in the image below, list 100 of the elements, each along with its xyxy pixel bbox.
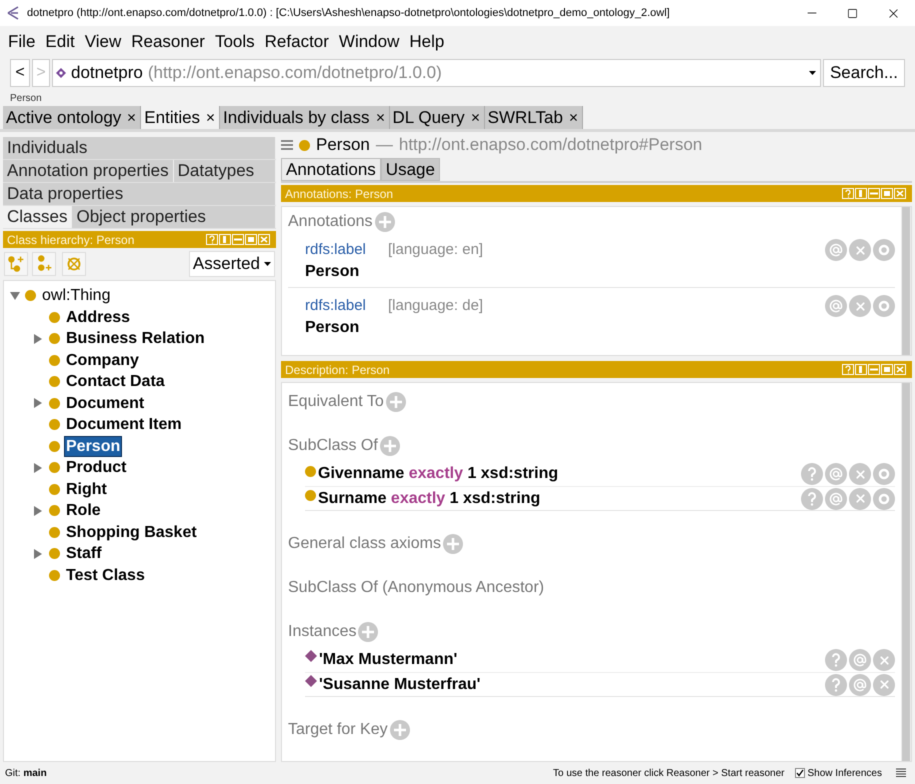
entity-dash: —	[376, 134, 393, 156]
individual-name[interactable]: 'Max Mustermann'	[319, 648, 458, 672]
menu-item[interactable]: View	[80, 29, 126, 55]
menu-item[interactable]: Reasoner	[126, 29, 210, 55]
breadcrumb[interactable]: Person	[10, 90, 42, 106]
view-controls-icon[interactable]	[842, 364, 908, 375]
expand-arrow-icon[interactable]	[34, 334, 42, 344]
help-icon[interactable]	[801, 463, 823, 485]
tab[interactable]: SWRLTab	[484, 106, 583, 129]
at-sign-icon[interactable]	[825, 463, 847, 485]
annotation-property[interactable]: rdfs:label	[305, 294, 388, 318]
add-icon[interactable]	[442, 534, 463, 554]
menu-item[interactable]: Help	[404, 29, 450, 55]
checkbox[interactable]	[794, 768, 804, 778]
individual-name[interactable]: 'Susanne Musterfrau'	[319, 672, 480, 696]
entity-tab[interactable]: Individuals	[3, 137, 276, 159]
close-tab-icon[interactable]	[470, 112, 481, 123]
expand-arrow-icon[interactable]	[34, 548, 42, 559]
delete-icon[interactable]	[873, 649, 895, 671]
close-tab-icon[interactable]	[205, 112, 216, 123]
edit-icon[interactable]	[873, 488, 895, 510]
maximize-icon[interactable]	[847, 8, 858, 18]
delete-class-icon[interactable]	[62, 252, 86, 276]
view-tab[interactable]: Usage	[380, 158, 440, 181]
collapse-arrow-icon[interactable]	[10, 292, 20, 300]
tree-item[interactable]: Right	[64, 478, 109, 500]
class-icon	[49, 312, 60, 323]
add-icon[interactable]	[374, 212, 395, 232]
at-sign-icon[interactable]	[825, 295, 847, 317]
expand-arrow-icon[interactable]	[34, 462, 42, 473]
menu-item[interactable]: Edit	[40, 29, 80, 55]
tree-item[interactable]: Contact Data	[64, 371, 167, 392]
entity-tab[interactable]: Object properties	[72, 206, 276, 228]
tree-item[interactable]: Address	[64, 306, 132, 328]
view-controls-icon[interactable]	[842, 188, 908, 199]
search-button[interactable]: Search...	[822, 59, 905, 87]
delete-icon[interactable]	[849, 488, 871, 510]
tree-item[interactable]: Company	[64, 350, 141, 371]
scrollbar[interactable]	[901, 383, 911, 761]
tree-item[interactable]: Test Class	[64, 564, 147, 586]
tree-item[interactable]: Shopping Basket	[64, 522, 199, 543]
tree-item[interactable]: Product	[64, 457, 128, 478]
delete-icon[interactable]	[849, 239, 871, 261]
tree-item[interactable]: Person	[64, 436, 122, 457]
menu-icon[interactable]	[281, 140, 293, 150]
back-button[interactable]: <	[10, 59, 30, 87]
menu-item[interactable]: File	[3, 29, 40, 55]
edit-icon[interactable]	[873, 463, 895, 485]
ontology-selector[interactable]: dotnetpro (http://ont.enapso.com/dotnetpro/1.0.0)	[52, 59, 821, 87]
entity-tab[interactable]: Datatypes	[174, 160, 276, 182]
delete-icon[interactable]	[873, 674, 895, 696]
annotation-property[interactable]: rdfs:label	[305, 238, 388, 262]
tree-item[interactable]: Document Item	[64, 414, 184, 436]
tree-item[interactable]: Document	[64, 392, 146, 414]
window-title: dotnetpro (http://ont.enapso.com/dotnetpro/1.0.0) : [C:\Users\Ashesh\enapso-dotnetpro\ontologies\dotnetpro_demo_ontology_2.owl]	[27, 6, 670, 21]
close-tab-icon[interactable]	[126, 112, 138, 123]
expand-arrow-icon[interactable]	[34, 506, 42, 516]
delete-icon[interactable]	[849, 295, 871, 317]
view-controls-icon[interactable]	[206, 234, 272, 245]
entity-tab[interactable]: Data properties	[3, 183, 276, 205]
help-icon[interactable]	[825, 674, 847, 696]
add-icon[interactable]	[380, 436, 400, 456]
scrollbar[interactable]	[901, 207, 911, 355]
class-icon	[49, 505, 60, 516]
help-icon[interactable]	[825, 649, 847, 671]
close-tab-icon[interactable]	[568, 112, 579, 123]
tab[interactable]: DL Query	[390, 106, 485, 129]
help-icon[interactable]	[801, 488, 823, 510]
list-icon[interactable]	[896, 768, 906, 778]
tree-item[interactable]: Staff	[64, 543, 104, 564]
entity-tab[interactable]: Annotation properties	[3, 160, 174, 182]
tab[interactable]: Individuals by class	[220, 106, 390, 129]
at-sign-icon[interactable]	[849, 674, 871, 696]
at-sign-icon[interactable]	[849, 649, 871, 671]
section-heading: SubClass Of	[288, 436, 378, 456]
add-sibling-icon[interactable]	[32, 252, 56, 276]
edit-icon[interactable]	[873, 295, 895, 317]
edit-icon[interactable]	[873, 239, 895, 261]
menu-item[interactable]: Window	[334, 29, 404, 55]
delete-icon[interactable]	[849, 463, 871, 485]
menu-item[interactable]: Refactor	[260, 29, 334, 55]
class-expression[interactable]: Surname exactly 1 xsd:string	[318, 486, 540, 510]
tree-item[interactable]: owl:Thing	[40, 285, 112, 306]
add-icon[interactable]	[386, 392, 406, 412]
add-icon[interactable]	[358, 622, 378, 642]
reasoner-mode-dropdown[interactable]: Asserted	[188, 251, 275, 277]
tree-item[interactable]: Role	[64, 500, 103, 522]
expand-arrow-icon[interactable]	[34, 398, 42, 408]
close-tab-icon[interactable]	[374, 112, 386, 123]
menu-item[interactable]: Tools	[210, 29, 260, 55]
panel-title: Description: Person	[285, 364, 390, 376]
checkbox-label: Show Inferences	[808, 766, 882, 780]
at-sign-icon[interactable]	[825, 488, 847, 510]
add-icon[interactable]	[390, 720, 410, 740]
view-tab[interactable]: Annotations	[281, 158, 381, 181]
class-expression[interactable]: Givenname exactly 1 xsd:string	[318, 462, 558, 486]
add-subclass-icon[interactable]	[4, 252, 28, 276]
tab[interactable]: Active ontology	[3, 106, 142, 129]
at-sign-icon[interactable]	[825, 239, 847, 261]
tree-item[interactable]: Business Relation	[64, 328, 207, 350]
